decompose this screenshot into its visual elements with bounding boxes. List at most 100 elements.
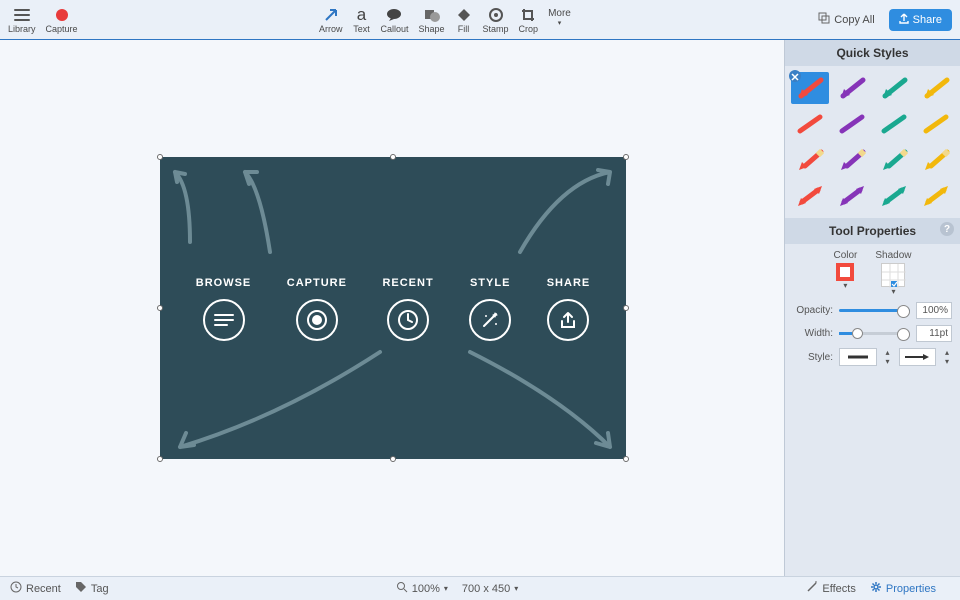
canvas-area[interactable]: BROWSE CAPTURE RECENT STYLE SHARE xyxy=(0,40,784,576)
canvas-item-recent: RECENT xyxy=(382,277,433,341)
stepper-icon[interactable]: ▴▾ xyxy=(883,348,893,366)
style-swatch-5[interactable] xyxy=(833,108,871,140)
callout-tool[interactable]: Callout xyxy=(380,6,408,34)
resize-handle[interactable] xyxy=(157,456,163,462)
recent-button[interactable]: Recent xyxy=(10,581,61,596)
arrow-tool[interactable]: Arrow xyxy=(319,6,343,34)
style-label: Style: xyxy=(793,352,833,363)
style-swatch-0[interactable] xyxy=(791,72,829,104)
shadow-picker[interactable] xyxy=(881,263,905,287)
zoom-icon xyxy=(397,582,408,596)
style-swatch-8[interactable] xyxy=(791,144,829,176)
chevron-down-icon: ▾ xyxy=(558,19,562,27)
share-button[interactable]: Share xyxy=(889,9,952,31)
share-out-icon xyxy=(547,299,589,341)
capture-button[interactable]: Capture xyxy=(46,6,78,34)
chevron-down-icon: ▾ xyxy=(514,584,518,593)
clock-icon xyxy=(387,299,429,341)
capture-label: Capture xyxy=(46,24,78,34)
fill-tool[interactable]: Fill xyxy=(455,6,473,34)
text-icon: a xyxy=(352,6,370,24)
style-swatch-14[interactable] xyxy=(875,180,913,212)
style-swatch-10[interactable] xyxy=(875,144,913,176)
style-swatch-15[interactable] xyxy=(917,180,955,212)
copy-all-button[interactable]: Copy All xyxy=(812,9,880,30)
toolbar-center: Arrow aText Callout Shape Fill Stamp Cro… xyxy=(78,6,813,34)
shadow-label: Shadow xyxy=(875,250,911,261)
copy-icon xyxy=(818,12,830,27)
canvas-item-share: SHARE xyxy=(547,277,591,341)
dimensions-display[interactable]: 700 x 450▾ xyxy=(462,583,518,595)
chevron-down-icon[interactable]: ▾ xyxy=(875,287,911,296)
style-swatch-11[interactable] xyxy=(917,144,955,176)
resize-handle[interactable] xyxy=(623,456,629,462)
canvas-items: BROWSE CAPTURE RECENT STYLE SHARE xyxy=(160,277,626,341)
chevron-down-icon[interactable]: ▾ xyxy=(833,281,857,290)
browse-icon xyxy=(203,299,245,341)
more-menu[interactable]: More▾ xyxy=(548,6,571,34)
resize-handle[interactable] xyxy=(157,305,163,311)
fill-icon xyxy=(455,6,473,24)
opacity-value[interactable]: 100% xyxy=(916,302,952,319)
style-swatch-13[interactable] xyxy=(833,180,871,212)
toolbar-left: Library Capture xyxy=(8,6,78,34)
text-tool[interactable]: aText xyxy=(352,6,370,34)
style-swatch-3[interactable] xyxy=(917,72,955,104)
style-swatch-4[interactable] xyxy=(791,108,829,140)
record-icon xyxy=(53,6,71,24)
stamp-tool[interactable]: Stamp xyxy=(483,6,509,34)
canvas-item-capture: CAPTURE xyxy=(287,277,347,341)
shape-icon xyxy=(423,6,441,24)
style-swatch-1[interactable] xyxy=(833,72,871,104)
style-swatch-2[interactable] xyxy=(875,72,913,104)
canvas-item-style: STYLE xyxy=(469,277,511,341)
tag-button[interactable]: Tag xyxy=(75,581,109,596)
toolbar-right: Copy All Share xyxy=(812,9,952,31)
crop-tool[interactable]: Crop xyxy=(519,6,539,34)
library-label: Library xyxy=(8,24,36,34)
stepper-icon[interactable]: ▴▾ xyxy=(942,348,952,366)
close-icon[interactable] xyxy=(789,70,801,82)
color-picker[interactable] xyxy=(836,263,854,281)
clock-icon xyxy=(10,581,22,596)
line-style-select[interactable] xyxy=(839,348,877,366)
quick-styles-header: Quick Styles xyxy=(785,40,960,66)
crop-icon xyxy=(519,6,537,24)
chevron-down-icon: ▾ xyxy=(444,584,448,593)
width-label: Width: xyxy=(793,328,833,339)
tool-properties-body: Color ▾ Shadow ▾ Opacity: 100% Width: 11… xyxy=(785,244,960,378)
opacity-slider[interactable] xyxy=(839,309,910,312)
statusbar: Recent Tag 100%▾ 700 x 450▾ Effects Prop… xyxy=(0,576,960,600)
zoom-control[interactable]: 100%▾ xyxy=(397,582,448,596)
resize-handle[interactable] xyxy=(623,305,629,311)
resize-handle[interactable] xyxy=(623,154,629,160)
wand-icon xyxy=(469,299,511,341)
side-panel: Quick Styles Tool Properties? Color ▾ Sh… xyxy=(784,40,960,576)
effects-button[interactable]: Effects xyxy=(806,581,855,596)
width-value[interactable]: 11pt xyxy=(916,325,952,342)
color-label: Color xyxy=(833,250,857,261)
resize-handle[interactable] xyxy=(390,456,396,462)
canvas-content[interactable]: BROWSE CAPTURE RECENT STYLE SHARE xyxy=(160,157,626,459)
end-style-select[interactable] xyxy=(899,348,937,366)
tool-properties-header: Tool Properties? xyxy=(785,218,960,244)
canvas-item-browse: BROWSE xyxy=(196,277,252,341)
style-swatch-12[interactable] xyxy=(791,180,829,212)
toolbar: Library Capture Arrow aText Callout Shap… xyxy=(0,0,960,40)
arrow-icon xyxy=(322,6,340,24)
resize-handle[interactable] xyxy=(157,154,163,160)
stamp-icon xyxy=(487,6,505,24)
resize-handle[interactable] xyxy=(390,154,396,160)
effects-icon xyxy=(806,581,818,596)
properties-button[interactable]: Properties xyxy=(870,581,936,596)
library-button[interactable]: Library xyxy=(8,6,36,34)
style-swatch-6[interactable] xyxy=(875,108,913,140)
quick-styles-grid xyxy=(785,66,960,218)
style-swatch-9[interactable] xyxy=(833,144,871,176)
opacity-label: Opacity: xyxy=(793,305,833,316)
width-slider[interactable] xyxy=(839,332,910,335)
shape-tool[interactable]: Shape xyxy=(419,6,445,34)
style-swatch-7[interactable] xyxy=(917,108,955,140)
help-button[interactable]: ? xyxy=(940,222,954,236)
capture-circle-icon xyxy=(296,299,338,341)
